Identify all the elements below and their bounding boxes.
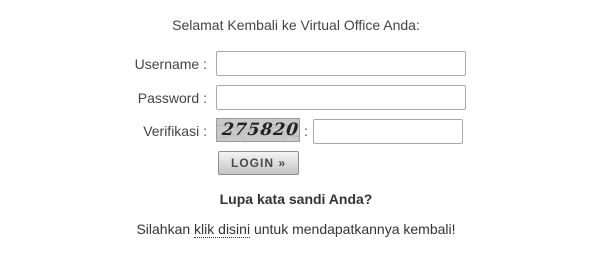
login-button[interactable]: LOGIN » bbox=[218, 151, 299, 175]
username-input[interactable] bbox=[216, 51, 466, 76]
captcha-image: 275820 bbox=[216, 118, 300, 142]
password-label: Password : bbox=[137, 90, 207, 106]
password-input[interactable] bbox=[216, 85, 466, 110]
recover-text-after: untuk mendapatkannya kembali! bbox=[250, 221, 456, 237]
forgot-password-heading: Lupa kata sandi Anda? bbox=[219, 191, 373, 207]
login-page: Selamat Kembali ke Virtual Office Anda: … bbox=[0, 0, 607, 280]
verification-input[interactable] bbox=[313, 119, 463, 144]
username-label: Username : bbox=[134, 56, 207, 72]
captcha-text: 275820 bbox=[220, 120, 300, 140]
welcome-message: Selamat Kembali ke Virtual Office Anda: bbox=[172, 17, 420, 33]
recover-password-text: Silahkan klik disini untuk mendapatkanny… bbox=[0, 221, 592, 238]
recover-text-before: Silahkan bbox=[136, 221, 195, 237]
verification-label: Verifikasi : bbox=[143, 123, 207, 139]
verification-colon: : bbox=[304, 123, 308, 139]
recover-password-link[interactable]: klik disini bbox=[194, 221, 251, 238]
